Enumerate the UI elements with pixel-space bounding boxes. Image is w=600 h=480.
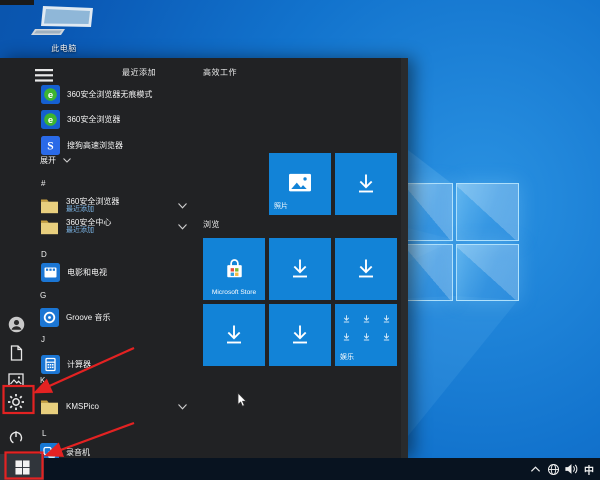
section-letter[interactable]: K [40, 376, 45, 385]
browser-360-icon: e [41, 85, 60, 104]
chevron-down-icon[interactable] [178, 404, 187, 410]
recent-added-header: 最近添加 [122, 67, 156, 78]
tray-chevron-up-icon[interactable] [528, 461, 542, 477]
folder-icon [40, 398, 59, 415]
section-letter[interactable]: J [41, 335, 45, 344]
svg-text:e: e [48, 115, 53, 126]
tray-network-icon[interactable] [546, 461, 560, 477]
calculator-icon [41, 355, 60, 374]
user-avatar-icon [8, 316, 25, 333]
chevron-down-icon[interactable] [178, 203, 187, 209]
document-icon [9, 345, 24, 361]
app-item-calculator[interactable]: 计算器 [41, 355, 91, 374]
download-icon [354, 257, 378, 281]
start-menu-scrollbar[interactable] [401, 58, 408, 458]
folder-icon [40, 197, 59, 214]
tray-volume-icon[interactable] [564, 461, 578, 477]
groove-music-icon [40, 308, 59, 327]
svg-text:e: e [48, 90, 53, 101]
start-menu: 最近添加 e 360安全浏览器无痕模式 e 360安全浏览器 S 搜狗高速浏览器 [0, 58, 408, 458]
tray-ime-indicator[interactable]: 中 [582, 462, 596, 477]
app-item-360-browser-incognito[interactable]: e 360安全浏览器无痕模式 [41, 85, 152, 104]
system-tray: 中 [528, 458, 596, 480]
download-icon [288, 323, 312, 347]
desktop-icon-this-pc[interactable]: 此电脑 [26, 5, 102, 54]
section-letter[interactable]: L [42, 429, 46, 438]
tile-label: Microsoft Store [203, 289, 265, 296]
store-icon [221, 256, 248, 283]
download-icon [222, 323, 246, 347]
wallpaper-windows-logo-pane [404, 183, 453, 241]
tile-group-title[interactable]: 浏览 [203, 219, 220, 230]
tile-download-app[interactable] [269, 238, 331, 300]
wallpaper-windows-logo-pane [456, 183, 519, 241]
rail-settings-button[interactable] [4, 391, 28, 413]
expand-recent-button[interactable]: 展开 [40, 155, 71, 166]
hamburger-icon [35, 69, 53, 82]
rail-documents-button[interactable] [4, 342, 28, 364]
app-item-voice-recorder[interactable]: 录音机 [40, 443, 90, 458]
movies-tv-icon [41, 263, 60, 282]
app-item-groove-music[interactable]: Groove 音乐 [40, 308, 110, 327]
power-icon [8, 429, 24, 445]
screen: 此电脑 [0, 0, 600, 480]
chevron-down-icon[interactable] [178, 224, 187, 230]
section-letter[interactable]: D [41, 250, 47, 259]
section-letter[interactable]: G [40, 291, 46, 300]
wallpaper-windows-logo-pane [456, 244, 519, 301]
app-item-360-browser[interactable]: e 360安全浏览器 [41, 110, 120, 129]
download-icon [288, 257, 312, 281]
desktop-icon-label: 此电脑 [26, 43, 102, 54]
browser-360-icon: e [41, 110, 60, 129]
app-item-sogou-browser[interactable]: S 搜狗高速浏览器 [41, 136, 123, 155]
folder-item-360-browser[interactable]: 360安全浏览器 最近添加 [40, 197, 119, 214]
tile-label: 照片 [274, 201, 288, 211]
photos-icon [287, 173, 313, 195]
folder-item-360-center[interactable]: 360安全中心 最近添加 [40, 218, 111, 235]
tile-download-app[interactable] [335, 153, 397, 215]
wallpaper-windows-logo-pane [404, 244, 453, 301]
download-group-icon [342, 314, 391, 342]
this-pc-icon [31, 5, 97, 37]
app-item-movies-tv[interactable]: 电影和电视 [41, 263, 107, 282]
folder-item-kmspico[interactable]: KMSPico [40, 398, 99, 415]
rail-pictures-button[interactable] [4, 369, 28, 391]
rail-user-button[interactable] [4, 313, 28, 335]
tile-group-title[interactable]: 高效工作 [203, 67, 237, 78]
tile-microsoft-store[interactable]: Microsoft Store [203, 238, 265, 300]
windows-logo-icon [15, 460, 30, 475]
start-button[interactable] [0, 454, 44, 480]
gear-icon [7, 393, 25, 411]
menu-hamburger-button[interactable] [32, 64, 56, 86]
folder-icon [40, 218, 59, 235]
sogou-browser-icon: S [41, 136, 60, 155]
chevron-down-icon [63, 158, 71, 163]
taskbar[interactable]: 中 [0, 458, 600, 480]
tile-download-app[interactable] [203, 304, 265, 366]
download-icon [354, 172, 378, 196]
svg-text:S: S [47, 141, 53, 153]
tile-folder-entertainment[interactable]: 娱乐 [335, 304, 397, 366]
tile-photos[interactable]: 照片 [269, 153, 331, 215]
tile-download-app[interactable] [335, 238, 397, 300]
section-letter[interactable]: # [41, 179, 45, 188]
tile-label: 娱乐 [340, 352, 354, 362]
rail-power-button[interactable] [4, 426, 28, 448]
tile-download-app[interactable] [269, 304, 331, 366]
pictures-icon [8, 373, 24, 387]
